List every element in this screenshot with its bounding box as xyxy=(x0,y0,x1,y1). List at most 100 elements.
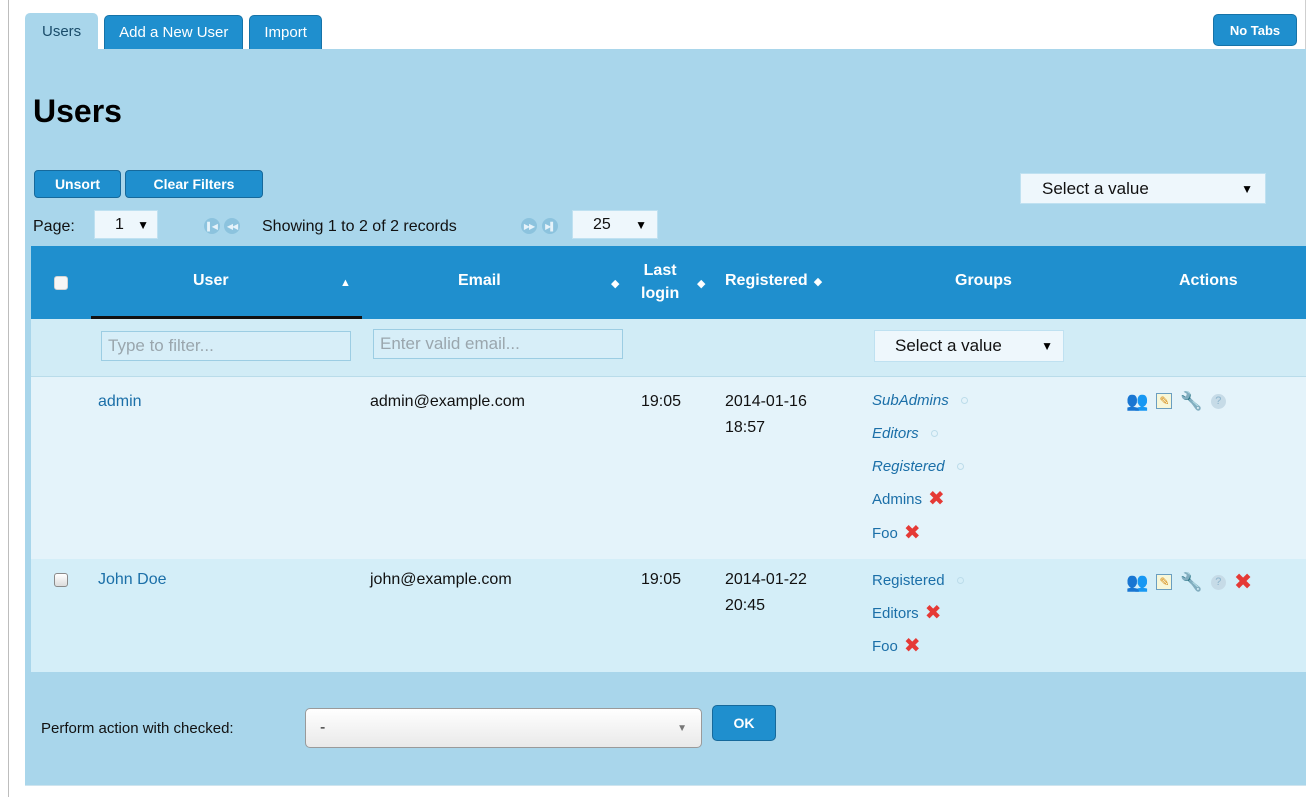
group-item[interactable]: Foo ✖ xyxy=(872,522,921,544)
column-header-groups-label: Groups xyxy=(955,272,1012,289)
group-item[interactable]: Editors xyxy=(872,422,938,444)
tab-users[interactable]: Users xyxy=(25,13,99,49)
group-name: Editors xyxy=(872,424,919,442)
ok-button[interactable]: OK xyxy=(712,705,776,741)
column-header-actions: Actions xyxy=(1179,272,1238,290)
chevron-down-icon: ▼ xyxy=(1041,339,1053,353)
tab-import[interactable]: Import xyxy=(249,15,322,49)
column-header-groups: Groups xyxy=(955,272,1012,290)
remove-group-icon[interactable]: ✖ xyxy=(928,489,945,509)
registered-time-cell: 18:57 xyxy=(725,419,766,436)
page-select[interactable]: 1 ▼ xyxy=(94,210,158,239)
user-link[interactable]: John Doe xyxy=(98,567,167,593)
sort-icon[interactable]: ◆ xyxy=(697,277,705,290)
group-name: Foo xyxy=(872,637,898,655)
panel-bottom-border xyxy=(25,785,1306,786)
column-header-registered-label: Registered xyxy=(725,272,808,289)
help-icon[interactable]: ? xyxy=(1210,574,1226,590)
group-name: SubAdmins xyxy=(872,391,949,409)
edit-icon[interactable]: ✎ xyxy=(1156,574,1173,590)
delete-user-icon[interactable]: ✖ xyxy=(1234,569,1252,595)
last-login-cell: 19:05 xyxy=(641,393,682,410)
bulk-action-select-value: - xyxy=(320,719,326,736)
select-all-checkbox[interactable] xyxy=(54,276,68,290)
row-actions: 👥 ✎ 🔧 ? xyxy=(1126,391,1226,411)
tab-add-new-user[interactable]: Add a New User xyxy=(104,15,244,49)
user-filter-input[interactable]: Type to filter... xyxy=(101,331,351,361)
column-header-user[interactable]: User xyxy=(193,272,229,290)
chevron-down-icon: ▼ xyxy=(635,217,647,232)
wrench-icon[interactable]: 🔧 xyxy=(1180,391,1202,411)
table-row: John Doe john@example.com 19:05 2014-01-… xyxy=(31,559,1306,672)
tab-bar: Users Add a New User Import xyxy=(25,13,322,49)
chevron-down-icon: ▼ xyxy=(137,217,149,232)
column-header-last-login-label-2: login xyxy=(641,285,680,302)
chevron-down-icon: ▼ xyxy=(677,722,687,734)
column-header-actions-label: Actions xyxy=(1179,272,1238,289)
groups-filter-select[interactable]: Select a value ▼ xyxy=(874,330,1064,362)
remove-group-icon[interactable]: ✖ xyxy=(904,523,921,543)
group-item[interactable]: Registered xyxy=(872,455,964,477)
primary-group-radio-icon[interactable] xyxy=(960,396,968,404)
group-name: Registered xyxy=(872,457,945,475)
per-page-select[interactable]: 25 ▼ xyxy=(572,210,658,239)
email-filter-input[interactable]: Enter valid email... xyxy=(373,329,623,359)
group-item[interactable]: SubAdmins xyxy=(872,389,968,411)
first-page-icon[interactable]: ▌◀ xyxy=(204,218,220,234)
column-header-user-label: User xyxy=(193,272,229,289)
group-item[interactable]: Registered xyxy=(872,569,964,591)
switch-user-icon[interactable]: 👥 xyxy=(1126,391,1148,411)
previous-page-icon[interactable]: ◀◀ xyxy=(224,218,240,234)
column-header-registered[interactable]: Registered ◆ xyxy=(725,272,822,290)
sort-ascending-icon[interactable]: ▲ xyxy=(340,277,351,289)
group-name: Registered xyxy=(872,571,945,589)
row-actions: 👥 ✎ 🔧 ? ✖ xyxy=(1126,569,1252,595)
unsort-button[interactable]: Unsort xyxy=(34,170,121,198)
group-item[interactable]: Admins ✖ xyxy=(872,488,945,510)
sort-icon[interactable]: ◆ xyxy=(814,275,822,288)
last-login-cell: 19:05 xyxy=(641,571,682,588)
bulk-action-label: Perform action with checked: xyxy=(41,720,234,737)
page-select-value: 1 xyxy=(115,215,124,233)
global-filter-select[interactable]: Select a value ▼ xyxy=(1020,173,1266,204)
next-page-icon[interactable]: ▶▶ xyxy=(521,218,537,234)
registered-time-cell: 20:45 xyxy=(725,597,766,614)
global-filter-select-value: Select a value xyxy=(1042,178,1149,198)
group-name: Foo xyxy=(872,524,898,542)
wrench-icon[interactable]: 🔧 xyxy=(1180,572,1202,592)
sort-icon[interactable]: ◆ xyxy=(611,277,619,290)
records-summary: Showing 1 to 2 of 2 records xyxy=(262,218,457,235)
email-cell: admin@example.com xyxy=(370,393,525,410)
row-checkbox[interactable] xyxy=(54,573,68,587)
column-header-email[interactable]: Email xyxy=(458,272,501,290)
clear-filters-button[interactable]: Clear Filters xyxy=(125,170,263,198)
column-header-last-login[interactable]: Last login xyxy=(641,259,679,305)
page-title: Users xyxy=(33,93,122,129)
page-label: Page: xyxy=(33,218,75,235)
groups-filter-select-value: Select a value xyxy=(895,336,1002,355)
table-header: User ▲ Email ◆ Last login ◆ Registered ◆… xyxy=(31,246,1306,319)
registered-date-cell: 2014-01-22 xyxy=(725,571,807,588)
switch-user-icon[interactable]: 👥 xyxy=(1126,572,1148,592)
last-page-icon[interactable]: ▶▌ xyxy=(542,218,558,234)
primary-group-radio-icon[interactable] xyxy=(930,429,938,437)
no-tabs-button[interactable]: No Tabs xyxy=(1213,14,1297,46)
per-page-select-value: 25 xyxy=(593,215,611,233)
primary-group-radio-icon[interactable] xyxy=(956,462,964,470)
remove-group-icon[interactable]: ✖ xyxy=(904,636,921,656)
email-cell: john@example.com xyxy=(370,571,512,588)
table-row: admin admin@example.com 19:05 2014-01-16… xyxy=(31,377,1306,559)
group-name: Admins xyxy=(872,490,923,508)
column-header-last-login-label-1: Last xyxy=(643,262,677,279)
remove-group-icon[interactable]: ✖ xyxy=(925,603,942,623)
chevron-down-icon: ▼ xyxy=(1241,181,1253,196)
primary-group-radio-icon[interactable] xyxy=(956,576,964,584)
user-link[interactable]: admin xyxy=(98,389,142,415)
registered-date-cell: 2014-01-16 xyxy=(725,393,807,410)
edit-icon[interactable]: ✎ xyxy=(1156,393,1173,409)
help-icon[interactable]: ? xyxy=(1210,393,1226,409)
group-item[interactable]: Editors ✖ xyxy=(872,602,941,624)
group-item[interactable]: Foo ✖ xyxy=(872,635,921,657)
bulk-action-select[interactable]: - ▼ xyxy=(305,708,702,748)
group-name: Editors xyxy=(872,604,919,622)
